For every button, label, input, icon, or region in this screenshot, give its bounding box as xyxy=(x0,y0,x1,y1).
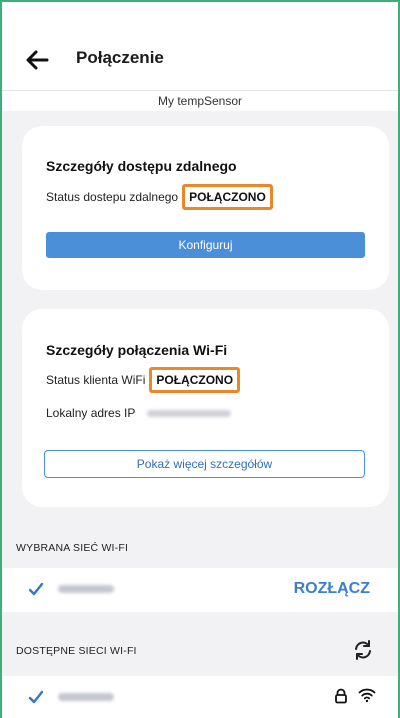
remote-access-card: Szczegóły dostępu zdalnego Status dostep… xyxy=(22,126,389,290)
selected-network-section-label: WYBRANA SIEĆ WI-FI xyxy=(16,542,129,554)
remote-status-row: Status dostepu zdalnego POŁĄCZONO xyxy=(46,184,273,210)
wifi-signal-icon xyxy=(358,688,376,703)
wifi-details-title: Szczegóły połączenia Wi-Fi xyxy=(46,342,228,358)
ip-row: Lokalny adres IP xyxy=(46,406,232,420)
phone-screen: Połączenie My tempSensor Szczegóły dostę… xyxy=(0,0,400,718)
selected-network-row[interactable]: ROZŁĄCZ xyxy=(2,568,398,612)
available-network-row[interactable] xyxy=(2,676,398,718)
available-networks-section-label: DOSTĘPNE SIECI WI-FI xyxy=(16,645,137,657)
ip-value-redacted xyxy=(147,409,232,417)
selected-network-name-redacted xyxy=(58,585,114,593)
wifi-status-label: Status klienta WiFi xyxy=(46,373,146,387)
ip-label: Lokalny adres IP xyxy=(46,406,136,420)
disconnect-button[interactable]: ROZŁĄCZ xyxy=(294,580,370,598)
app-bar: Połączenie xyxy=(2,2,398,90)
arrow-left-icon xyxy=(26,50,49,70)
remote-status-label: Status dostepu zdalnego xyxy=(46,190,179,204)
wifi-details-card: Szczegóły połączenia Wi-Fi Status klient… xyxy=(22,309,389,507)
check-icon xyxy=(28,582,44,596)
wifi-status-value: POŁĄCZONO xyxy=(149,367,241,393)
page-title: Połączenie xyxy=(76,48,164,67)
show-more-details-button[interactable]: Pokaż więcej szczegółów xyxy=(44,450,365,478)
refresh-icon[interactable] xyxy=(352,639,374,661)
back-button[interactable] xyxy=(24,46,50,74)
check-icon xyxy=(28,690,44,704)
available-network-name-redacted xyxy=(58,693,114,701)
wifi-status-row: Status klienta WiFi POŁĄCZONO xyxy=(46,367,241,393)
lock-icon xyxy=(335,688,347,704)
device-name: My tempSensor xyxy=(2,90,398,111)
configure-button[interactable]: Konfiguruj xyxy=(46,232,365,258)
remote-status-value: POŁĄCZONO xyxy=(182,184,273,210)
remote-access-title: Szczegóły dostępu zdalnego xyxy=(46,158,237,174)
